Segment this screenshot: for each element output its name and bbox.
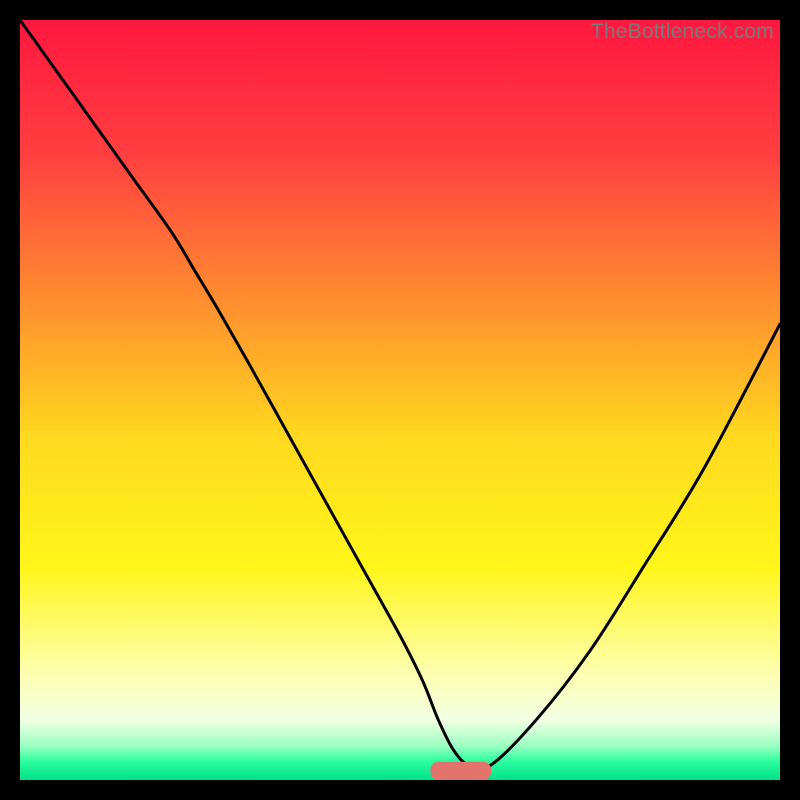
gradient-background (20, 20, 780, 780)
watermark-text: TheBottleneck.com (591, 20, 774, 44)
optimum-marker (430, 762, 491, 780)
bottleneck-chart (20, 20, 780, 780)
chart-frame: TheBottleneck.com (20, 20, 780, 780)
